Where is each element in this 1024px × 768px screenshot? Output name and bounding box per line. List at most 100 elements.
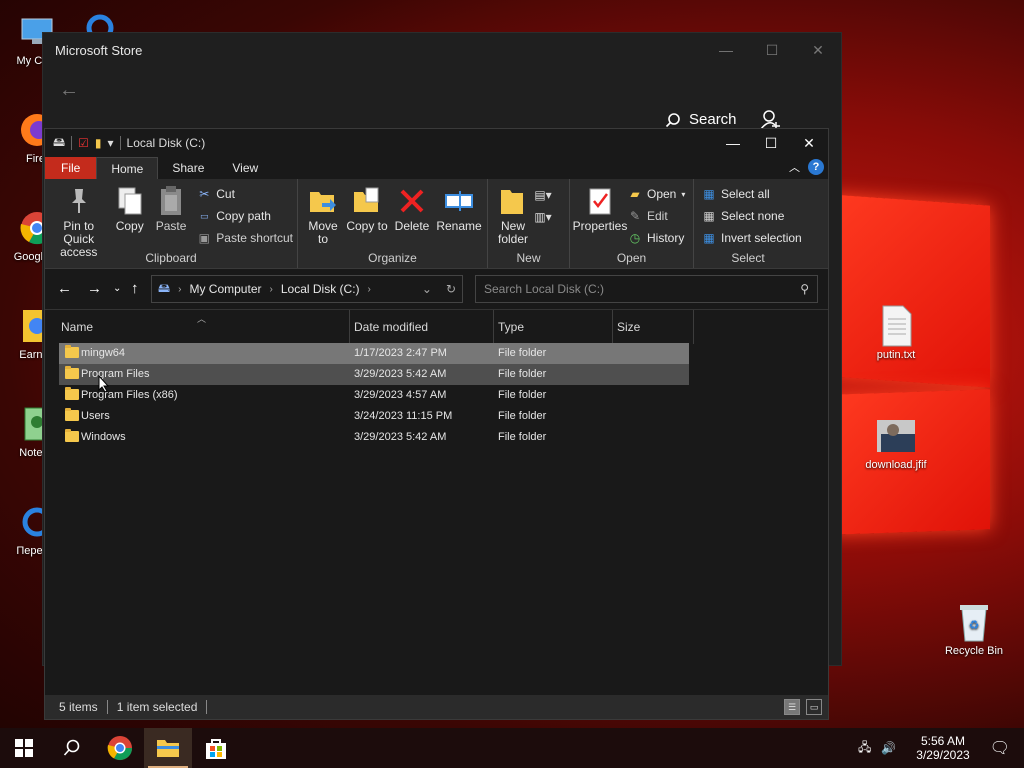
ribbon: Pin to Quick access Copy Paste ✂ Cut ▭ Cop… [45, 179, 828, 269]
new-folder-quick-icon[interactable]: ▮ [95, 136, 102, 150]
clipboard-icon [155, 185, 187, 217]
ribbon-group-label: Select [731, 251, 765, 265]
search-input[interactable]: Search Local Disk (C:) ⚲ [475, 275, 818, 303]
maximize-button[interactable]: ☐ [749, 33, 795, 67]
list-item[interactable]: Users 3/24/2023 11:15 PM File folder [59, 406, 689, 427]
desktop-icon-label: putin.txt [876, 349, 916, 361]
tab-file[interactable]: File [45, 157, 97, 179]
select-none-button[interactable]: ▦ Select none [702, 208, 802, 224]
notifications-icon[interactable]: 🗨 [990, 738, 1010, 758]
taskbar-chrome[interactable] [96, 728, 144, 768]
scissors-icon: ✂ [199, 187, 210, 201]
maximize-button[interactable]: ☐ [752, 129, 790, 157]
start-button[interactable] [0, 728, 48, 768]
breadcrumb-my-computer[interactable]: My Computer [189, 282, 261, 296]
search-placeholder: Search Local Disk (C:) [484, 282, 605, 296]
list-item[interactable]: Program Files (x86) 3/29/2023 4:57 AM Fi… [59, 385, 689, 406]
item-name: Users [81, 410, 110, 422]
chrome-icon [107, 736, 132, 761]
ribbon-group-clipboard: Pin to Quick access Copy Paste ✂ Cut ▭ Cop… [45, 179, 298, 268]
copy-path-button[interactable]: ▭ Copy path [197, 208, 293, 224]
back-button[interactable]: ← [57, 280, 72, 297]
item-name: mingw64 [81, 347, 126, 359]
list-item[interactable]: Windows 3/29/2023 5:42 AM File folder [59, 427, 689, 448]
ribbon-group-label: Organize [368, 251, 417, 265]
store-search-label: Search [689, 111, 737, 128]
cut-button[interactable]: ✂ Cut [197, 186, 293, 202]
network-icon[interactable]: 🖧 [858, 738, 871, 759]
taskbar: 🖧 🔊 5:56 AM 3/29/2023 🗨 [0, 728, 1024, 768]
select-all-icon: ▦ [703, 187, 715, 201]
item-date: 3/29/2023 4:57 AM [354, 389, 447, 401]
large-icons-view-icon[interactable]: ▭ [806, 699, 822, 715]
file-explorer-window[interactable]: 🖴 ☑ ▮ ▾ Local Disk (C:) — ☐ ✕ File Home … [44, 128, 829, 720]
volume-icon[interactable]: 🔊 [881, 741, 896, 755]
column-type[interactable]: Type [494, 310, 613, 344]
open-button[interactable]: ▰ Open ▾ [628, 186, 685, 202]
store-bag-icon [206, 739, 226, 759]
window-title: Local Disk (C:) [126, 136, 206, 150]
close-button[interactable]: ✕ [790, 129, 828, 157]
customize-quick-access-icon[interactable]: ▾ [108, 136, 114, 150]
copy-to-icon [351, 185, 383, 217]
copy-path-icon: ▭ [200, 210, 209, 221]
recent-locations-button[interactable]: ⌄ [113, 283, 121, 294]
tab-home[interactable]: Home [96, 157, 159, 179]
tab-view[interactable]: View [218, 157, 272, 179]
rename-icon [443, 185, 475, 217]
status-item-count: 5 items [45, 700, 108, 714]
edit-button[interactable]: ✎ Edit [628, 208, 685, 224]
minimize-button[interactable]: — [714, 129, 752, 157]
minimize-button[interactable]: — [703, 33, 749, 67]
delete-x-icon [396, 185, 428, 217]
item-name: Windows [81, 431, 126, 443]
folder-icon [65, 387, 79, 400]
item-type: File folder [498, 347, 547, 359]
column-date-modified[interactable]: Date modified [350, 310, 494, 344]
up-button[interactable]: ↑ [131, 280, 139, 297]
easy-access-icon: ▥▾ [534, 210, 552, 224]
breadcrumb-local-disk[interactable]: Local Disk (C:) [281, 282, 360, 296]
taskbar-search-button[interactable] [48, 728, 96, 768]
paste-shortcut-button[interactable]: ▣ Paste shortcut [197, 230, 293, 246]
details-view-icon[interactable]: ☰ [784, 699, 800, 715]
folder-icon [65, 429, 79, 442]
new-item-button[interactable]: ▤▾ [534, 187, 551, 203]
item-date: 3/29/2023 5:42 AM [354, 431, 447, 443]
help-icon[interactable]: ? [808, 159, 824, 175]
drive-icon: 🖴 [53, 134, 66, 149]
tab-share[interactable]: Share [158, 157, 218, 179]
history-button[interactable]: ◷ History [628, 230, 685, 246]
invert-selection-button[interactable]: ▦ Invert selection [702, 230, 801, 246]
properties-quick-icon[interactable]: ☑ [78, 136, 89, 150]
easy-access-button[interactable]: ▥▾ [534, 209, 552, 225]
store-search-button[interactable]: Search [665, 111, 737, 128]
taskbar-file-explorer[interactable] [144, 728, 192, 768]
collapse-ribbon-icon[interactable]: ︿ [789, 159, 800, 175]
address-dropdown-icon[interactable]: ⌄ [422, 282, 432, 296]
desktop-icon-download-jfif[interactable]: download.jfif [861, 416, 931, 471]
address-bar[interactable]: 🖴 › My Computer › Local Disk (C:) › ⌄ ↻ [151, 275, 463, 303]
list-item[interactable]: Program Files 3/29/2023 5:42 AM File fol… [59, 364, 689, 385]
folder-icon [65, 345, 79, 358]
clock[interactable]: 5:56 AM 3/29/2023 [916, 734, 969, 762]
item-name: Program Files [81, 368, 150, 380]
status-selected-count: 1 item selected [108, 700, 208, 714]
forward-button[interactable]: → [87, 280, 102, 297]
ribbon-group-label: Open [616, 251, 647, 265]
column-size[interactable]: Size [613, 310, 694, 344]
refresh-icon[interactable]: ↻ [446, 282, 456, 296]
select-all-button[interactable]: ▦ Select all [702, 186, 802, 202]
close-button[interactable]: ✕ [795, 33, 841, 67]
item-date: 3/29/2023 5:42 AM [354, 368, 447, 380]
desktop-icon-label: Recycle Bin [944, 645, 1004, 657]
desktop-icon-recycle-bin[interactable]: ♻ Recycle Bin [939, 602, 1009, 657]
desktop-icon-putin-txt[interactable]: putin.txt [861, 305, 931, 361]
list-item[interactable]: mingw64 1/17/2023 2:47 PM File folder [59, 343, 689, 364]
taskbar-microsoft-store[interactable] [192, 728, 240, 768]
column-name[interactable]: Name [57, 310, 350, 344]
folder-open-icon: ▰ [630, 187, 640, 201]
item-type: File folder [498, 431, 547, 443]
back-arrow-icon[interactable]: ← [59, 79, 79, 102]
search-icon [63, 739, 80, 756]
